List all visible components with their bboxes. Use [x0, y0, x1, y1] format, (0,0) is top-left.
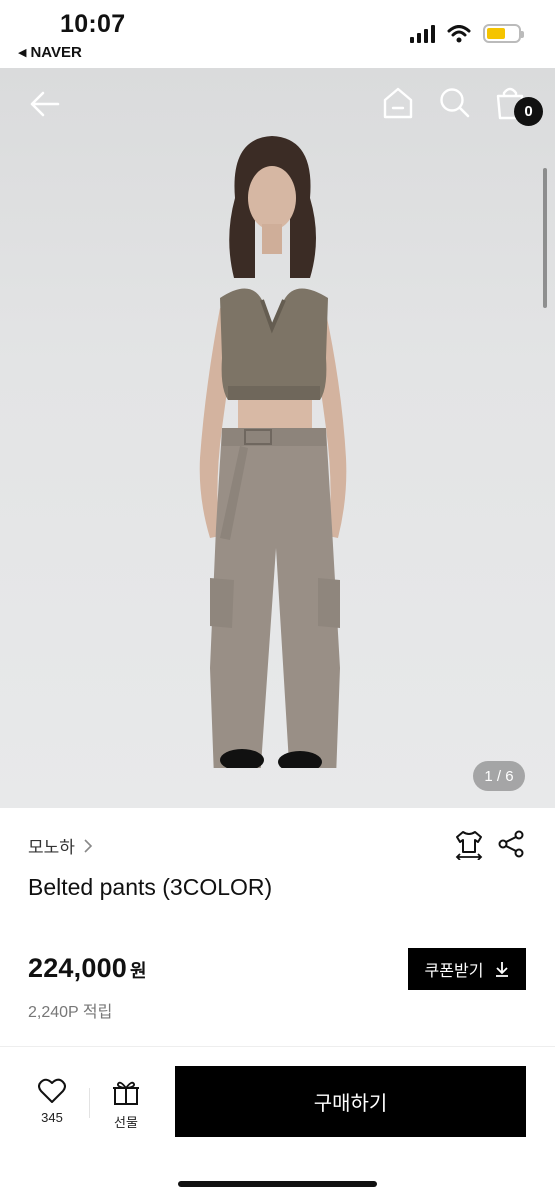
reward-points: 2,240P 적립: [28, 1004, 113, 1021]
product-title: Belted pants (3COLOR): [28, 874, 273, 900]
gift-button[interactable]: 선물: [100, 1078, 152, 1134]
like-button[interactable]: 345: [26, 1078, 78, 1134]
signal-icon: [410, 24, 435, 43]
product-actions: [455, 830, 525, 860]
back-triangle-icon: ◀: [18, 47, 27, 59]
gallery-page-indicator: 1 / 6: [473, 761, 525, 791]
back-to-app[interactable]: ◀ NAVER: [18, 44, 82, 61]
home-icon[interactable]: [382, 86, 414, 120]
brand-link[interactable]: 모노하: [28, 833, 93, 858]
divider: [0, 1046, 555, 1047]
price-row: 224,000 원: [28, 953, 147, 984]
gift-icon: [113, 1081, 139, 1105]
product-photo-model: [199, 136, 347, 768]
search-icon[interactable]: [438, 86, 470, 118]
download-icon: [496, 962, 509, 977]
gift-label: 선물: [114, 1115, 138, 1130]
heart-icon: [38, 1078, 66, 1103]
size-guide-icon[interactable]: [455, 830, 483, 860]
wifi-icon: [447, 24, 471, 42]
product-page: 10:07 ◀ NAVER 0 1 / 6 모노하 Belted pants (…: [0, 0, 555, 1200]
back-arrow-icon[interactable]: [28, 88, 60, 120]
status-time: 10:07: [60, 10, 126, 38]
price-currency: 원: [130, 961, 147, 981]
coupon-download-button[interactable]: 쿠폰받기: [408, 948, 526, 990]
chevron-right-icon: [84, 838, 93, 853]
scroll-indicator: [543, 168, 547, 308]
cart-count-badge[interactable]: 0: [514, 97, 543, 126]
status-bar: 10:07 ◀ NAVER: [0, 0, 555, 68]
buy-button[interactable]: 구매하기: [175, 1066, 526, 1137]
divider: [89, 1088, 90, 1118]
battery-icon: [483, 24, 524, 43]
brand-name: 모노하: [28, 838, 75, 857]
back-app-label: NAVER: [30, 44, 82, 61]
status-icons: [410, 24, 524, 43]
share-icon[interactable]: [497, 830, 525, 858]
product-image-gallery[interactable]: 0 1 / 6: [0, 68, 555, 808]
home-indicator: [178, 1181, 377, 1187]
coupon-label: 쿠폰받기: [424, 963, 484, 980]
product-price: 224,000: [28, 953, 127, 983]
like-count: 345: [41, 1110, 63, 1125]
